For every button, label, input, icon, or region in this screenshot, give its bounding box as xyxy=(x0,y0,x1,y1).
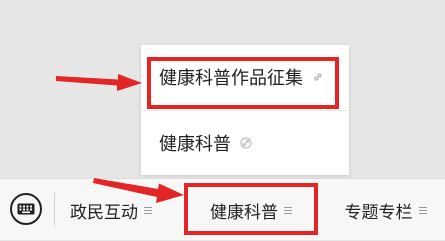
tab-gov-interaction[interactable]: 政民互动 xyxy=(56,179,166,241)
menu-item-health-works-collection[interactable]: 健康科普作品征集 xyxy=(141,45,349,109)
menu-lines-icon xyxy=(284,206,292,214)
menu-item-label: 健康科普 xyxy=(159,134,231,155)
bar-divider xyxy=(54,193,55,227)
menu-item-label: 健康科普作品征集 xyxy=(159,68,303,89)
tab-health-science[interactable]: 健康科普 xyxy=(186,179,316,241)
tab-label: 专题专栏 xyxy=(344,202,413,223)
menu-item-health-science[interactable]: 健康科普 xyxy=(141,111,349,175)
tab-label: 健康科普 xyxy=(210,202,278,223)
bottom-menu-bar: 政民互动 健康科普 专题专栏 xyxy=(0,178,445,240)
menu-lines-icon xyxy=(144,206,152,214)
menu-lines-icon xyxy=(418,206,427,214)
red-arrow-icon xyxy=(56,74,142,91)
link-icon xyxy=(311,70,325,84)
tab-label: 政民互动 xyxy=(70,202,138,223)
tab-special-column[interactable]: 专题专栏 xyxy=(326,179,445,241)
keyboard-icon[interactable] xyxy=(10,193,42,225)
link-icon xyxy=(239,136,253,150)
submenu-popup: 健康科普作品征集 健康科普 xyxy=(141,45,349,175)
